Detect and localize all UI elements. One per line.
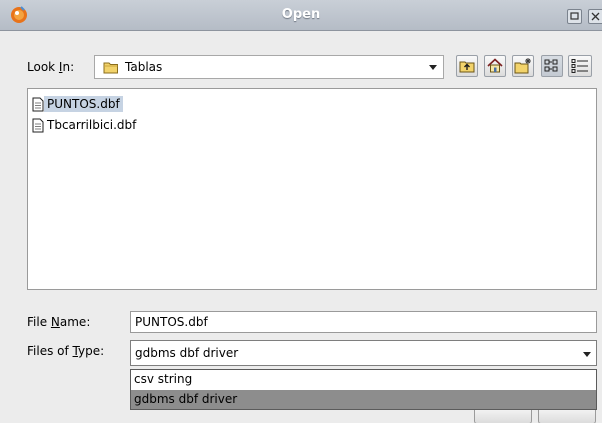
maximize-icon [570,12,579,20]
list-view-icon [544,59,558,72]
dropdown-option-csv-string[interactable]: csv string [131,370,596,389]
file-item-puntos[interactable]: PUNTOS.dbf [32,94,123,114]
files-of-type-combo[interactable]: gdbms dbf driver [130,340,597,366]
chevron-down-icon [583,352,591,357]
up-folder-button[interactable] [456,55,478,77]
maximize-button[interactable] [567,9,582,24]
close-icon [591,12,600,21]
file-name-label: File Name: [27,315,91,329]
details-view-button[interactable] [568,55,592,77]
chevron-down-icon [429,65,437,70]
folder-icon [103,62,118,74]
window-title: Open [281,7,321,22]
home-icon [487,58,503,73]
up-folder-icon [459,61,475,73]
home-button[interactable] [484,55,506,77]
file-name: Tbcarrilbici.dbf [47,118,137,132]
open-dialog: Open Look In: Tablas PUNTOS.dbf Tbcarril… [0,0,602,423]
dropdown-option-gdbms-dbf-driver[interactable]: gdbms dbf driver [131,390,596,409]
files-of-type-value: gdbms dbf driver [135,346,239,360]
title-bar[interactable]: Open [0,0,602,31]
look-in-combo[interactable]: Tablas [94,55,444,79]
file-icon [32,118,44,132]
file-item-tbcarrilbici[interactable]: Tbcarrilbici.dbf [32,115,139,135]
look-in-value: Tablas [125,60,163,74]
files-of-type-label: Files of Type: [27,344,105,358]
close-button[interactable] [588,9,602,24]
list-view-button[interactable] [541,55,563,77]
file-icon [32,97,44,111]
new-folder-button[interactable] [512,55,534,77]
file-name-input[interactable]: PUNTOS.dbf [130,311,597,333]
look-in-label: Look In: [27,60,75,74]
details-view-icon [571,59,588,73]
new-folder-icon [514,58,531,74]
file-name: PUNTOS.dbf [44,96,123,112]
file-list[interactable]: PUNTOS.dbf Tbcarrilbici.dbf [27,88,597,290]
files-of-type-dropdown[interactable]: csv string gdbms dbf driver [130,369,597,410]
